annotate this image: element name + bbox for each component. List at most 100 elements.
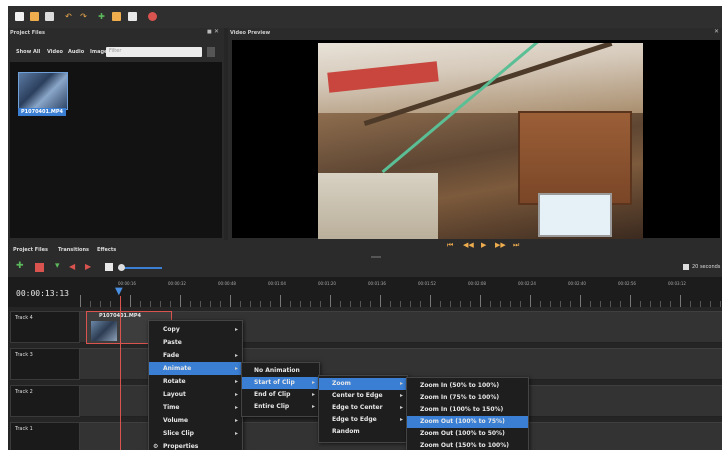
menu-item-edge-to-edge[interactable]: Edge to Edge ▸ bbox=[319, 414, 407, 426]
fast-forward-icon[interactable]: ▶▶ bbox=[495, 241, 506, 249]
new-project-icon[interactable] bbox=[15, 12, 24, 21]
ruler-tick bbox=[330, 295, 331, 307]
panel-float-icon[interactable]: ■ bbox=[207, 29, 212, 35]
menu-item-center-to-edge[interactable]: Center to Edge ▸ bbox=[319, 390, 407, 402]
main-toolbar: ↶ ↷ ✚ bbox=[8, 6, 722, 29]
ruler-tick-label: 00:02:24 bbox=[518, 281, 536, 286]
menu-item-volume[interactable]: Volume ▸ bbox=[149, 414, 242, 427]
timecode-display: 00:00:13:13 bbox=[16, 289, 69, 298]
panel-close-icon[interactable]: ✕ bbox=[214, 28, 219, 35]
menu-item-random[interactable]: Random bbox=[319, 426, 407, 438]
submenu-arrow-icon: ▸ bbox=[311, 403, 315, 410]
clear-filter-icon[interactable] bbox=[207, 47, 215, 57]
menu-item-end-of-clip[interactable]: End of Clip ▸ bbox=[242, 389, 319, 401]
menu-item-label: Entire Clip bbox=[254, 403, 290, 410]
menu-item-paste[interactable]: Paste bbox=[149, 336, 242, 349]
menu-item-edge-to-center[interactable]: Edge to Center ▸ bbox=[319, 402, 407, 414]
center-timeline-icon[interactable] bbox=[105, 263, 113, 271]
tab-project-files[interactable]: Project Files bbox=[13, 247, 48, 253]
fullscreen-icon[interactable] bbox=[148, 12, 157, 21]
filter-tab-image[interactable]: Image bbox=[90, 49, 107, 55]
menu-item-label: Copy bbox=[163, 326, 180, 333]
jump-end-icon[interactable]: ⏭ bbox=[513, 241, 519, 249]
profile-icon[interactable] bbox=[112, 12, 121, 21]
ruler-tick bbox=[130, 295, 131, 307]
zoom-slider-handle[interactable] bbox=[118, 264, 125, 271]
redo-icon[interactable]: ↷ bbox=[79, 12, 88, 21]
menu-item-label: Random bbox=[332, 428, 360, 435]
menu-item-rotate[interactable]: Rotate ▸ bbox=[149, 375, 242, 388]
menu-item-slice-clip[interactable]: Slice Clip ▸ bbox=[149, 427, 242, 440]
import-files-icon[interactable]: ✚ bbox=[97, 12, 106, 21]
menu-item-no-animation[interactable]: No Animation bbox=[242, 365, 319, 377]
file-thumbnail[interactable] bbox=[18, 72, 68, 110]
play-icon[interactable]: ▶ bbox=[481, 241, 486, 249]
menu-item-label: Paste bbox=[163, 339, 182, 346]
menu-item-animate[interactable]: Animate ▸ bbox=[149, 362, 242, 375]
menu-item-entire-clip[interactable]: Entire Clip ▸ bbox=[242, 401, 319, 413]
add-track-icon[interactable]: ✚ bbox=[16, 261, 24, 271]
save-project-icon[interactable] bbox=[45, 12, 54, 21]
menu-item-zoom-in-75-to-100[interactable]: Zoom In (75% to 100%) bbox=[407, 392, 528, 404]
undo-icon[interactable]: ↶ bbox=[64, 12, 73, 21]
export-video-icon[interactable] bbox=[128, 12, 137, 21]
menu-item-fade[interactable]: Fade ▸ bbox=[149, 349, 242, 362]
menu-item-layout[interactable]: Layout ▸ bbox=[149, 388, 242, 401]
menu-item-time[interactable]: Time ▸ bbox=[149, 401, 242, 414]
ruler-tick-label: 00:02:08 bbox=[468, 281, 486, 286]
time-ruler[interactable]: 00:00:13:13 00:00:16 00:00:32 00:00:48 00:0… bbox=[8, 277, 722, 307]
submenu-arrow-icon: ▸ bbox=[399, 404, 403, 411]
open-project-icon[interactable] bbox=[30, 12, 39, 21]
zoom-checkbox[interactable] bbox=[683, 264, 689, 270]
playhead-marker[interactable]: ▼ bbox=[115, 286, 123, 297]
snap-icon[interactable] bbox=[35, 263, 44, 272]
track-label: Track 1 bbox=[10, 422, 80, 450]
ruler-tick bbox=[630, 295, 631, 307]
menu-item-properties[interactable]: Properties ⚙ bbox=[149, 440, 242, 450]
project-files-panel: Project Files ■ ✕ Show All Video Audio I… bbox=[8, 28, 224, 240]
filter-input[interactable]: Filter bbox=[106, 47, 202, 57]
tab-effects[interactable]: Effects bbox=[97, 247, 116, 253]
dock-separator[interactable] bbox=[371, 256, 381, 258]
ruler-tick-label: 00:02:56 bbox=[618, 281, 636, 286]
filter-tab-video[interactable]: Video bbox=[47, 49, 63, 55]
filter-tab-show-all[interactable]: Show All bbox=[16, 49, 40, 55]
menu-item-zoom-out-100-to-50[interactable]: Zoom Out (100% to 50%) bbox=[407, 428, 528, 440]
panel-close-icon[interactable]: ✕ bbox=[714, 28, 719, 35]
ruler-tick-label: 00:00:32 bbox=[168, 281, 186, 286]
previous-marker-icon[interactable]: ◀ bbox=[69, 262, 75, 271]
window bbox=[538, 193, 612, 237]
menu-item-label: Zoom In (100% to 150%) bbox=[420, 406, 504, 413]
filter-tab-audio[interactable]: Audio bbox=[68, 49, 84, 55]
menu-item-label: Edge to Center bbox=[332, 404, 383, 411]
menu-item-label: Zoom Out (100% to 75%) bbox=[420, 418, 505, 425]
submenu-arrow-icon: ▸ bbox=[234, 326, 238, 333]
submenu-arrow-icon: ▸ bbox=[399, 380, 403, 387]
menu-item-label: Layout bbox=[163, 391, 186, 398]
menu-item-start-of-clip[interactable]: Start of Clip ▸ bbox=[242, 377, 319, 389]
add-marker-icon[interactable]: ▾ bbox=[55, 261, 60, 271]
clip-context-menu: Copy ▸ Paste Fade ▸ Animate ▸ Rotate ▸ Layout ▸ Tim… bbox=[148, 320, 243, 450]
menu-item-zoom[interactable]: Zoom ▸ bbox=[319, 378, 407, 390]
menu-item-label: No Animation bbox=[254, 367, 300, 374]
menu-item-zoom-out-100-to-75[interactable]: Zoom Out (100% to 75%) bbox=[407, 416, 528, 428]
jump-start-icon[interactable]: ⏮ bbox=[447, 241, 453, 249]
menu-item-copy[interactable]: Copy ▸ bbox=[149, 323, 242, 336]
submenu-arrow-icon: ▸ bbox=[234, 430, 238, 437]
track-label: Track 2 bbox=[10, 385, 80, 417]
rewind-icon[interactable]: ◀◀ bbox=[463, 241, 474, 249]
menu-item-zoom-in-100-to-150[interactable]: Zoom In (100% to 150%) bbox=[407, 404, 528, 416]
file-name[interactable]: P1070401.MP4 bbox=[18, 108, 66, 116]
ruler-tick bbox=[430, 295, 431, 307]
next-marker-icon[interactable]: ▶ bbox=[85, 262, 91, 271]
video-preview-panel: Video Preview ✕ bbox=[228, 28, 722, 240]
submenu-arrow-icon: ▸ bbox=[311, 379, 315, 386]
menu-item-zoom-in-50-to-100[interactable]: Zoom In (50% to 100%) bbox=[407, 380, 528, 392]
zoom-submenu: Zoom In (50% to 100%) Zoom In (75% to 100… bbox=[406, 377, 529, 450]
ruler-tick bbox=[530, 295, 531, 307]
ruler-tick bbox=[280, 295, 281, 307]
tab-transitions[interactable]: Transitions bbox=[58, 247, 89, 253]
submenu-arrow-icon: ▸ bbox=[234, 365, 238, 372]
clip-thumbnail bbox=[91, 321, 117, 341]
menu-item-zoom-out-150-to-100[interactable]: Zoom Out (150% to 100%) bbox=[407, 440, 528, 450]
